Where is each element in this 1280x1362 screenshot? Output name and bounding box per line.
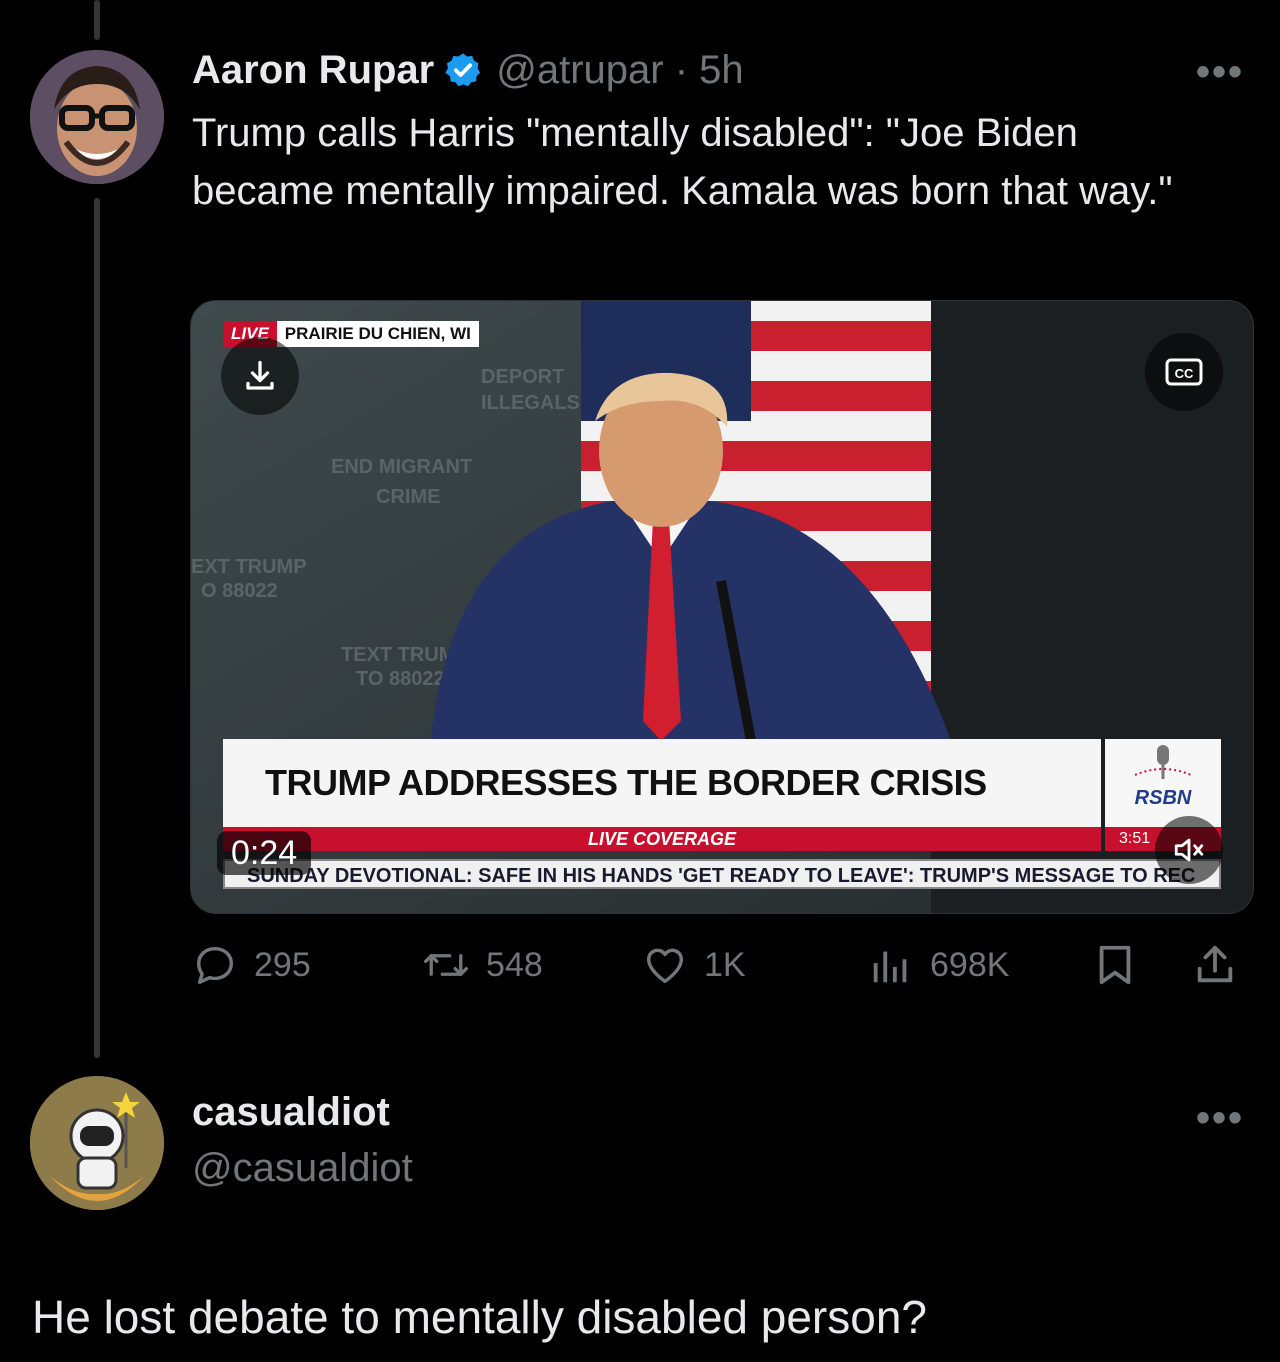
download-button[interactable] <box>221 337 299 415</box>
svg-text:DEPORT: DEPORT <box>481 366 564 388</box>
svg-text:EXT TRUMP: EXT TRUMP <box>191 556 307 578</box>
captions-icon: CC <box>1165 358 1203 386</box>
repost-icon <box>424 954 468 976</box>
captions-button[interactable]: CC <box>1145 333 1223 411</box>
views-bar-chart-icon <box>873 951 907 983</box>
bookmark-button[interactable] <box>1092 935 1154 995</box>
svg-text:TO 88022: TO 88022 <box>356 668 445 690</box>
mute-button[interactable] <box>1155 816 1223 884</box>
reply-author-name[interactable]: casualdiot <box>192 1090 390 1135</box>
tweet-header: Aaron Rupar @atrupar · 5h <box>192 44 744 96</box>
more-options-icon[interactable]: ••• <box>1196 50 1244 95</box>
reply-author-handle[interactable]: @casualdiot <box>192 1146 413 1191</box>
avatar[interactable] <box>30 50 164 184</box>
reply-count: 295 <box>254 945 311 984</box>
share-icon <box>1197 945 1233 983</box>
svg-text:CRIME: CRIME <box>376 486 440 508</box>
network-name: RSBN <box>1134 787 1192 809</box>
news-headline: TRUMP ADDRESSES THE BORDER CRISIS <box>223 739 1101 827</box>
microphone-icon <box>1134 745 1192 779</box>
svg-text:END MIGRANT: END MIGRANT <box>331 456 472 478</box>
svg-text:ILLEGALS: ILLEGALS <box>481 392 580 414</box>
bookmark-icon <box>1099 945 1131 985</box>
views-button[interactable]: 698K <box>868 935 1009 995</box>
download-icon <box>246 360 274 390</box>
repost-count: 548 <box>486 945 543 984</box>
reply-button[interactable]: 295 <box>192 935 311 995</box>
news-ticker: SUNDAY DEVOTIONAL: SAFE IN HIS HANDS 'GE… <box>223 859 1221 889</box>
repost-button[interactable]: 548 <box>422 935 543 995</box>
views-count: 698K <box>930 945 1010 984</box>
handle-and-time[interactable]: @atrupar · 5h <box>496 48 743 93</box>
location-label: PRAIRIE DU CHIEN, WI <box>276 321 479 347</box>
author-name[interactable]: Aaron Rupar <box>192 48 434 93</box>
live-coverage-bar: LIVE COVERAGE <box>223 827 1101 851</box>
video-elapsed-time: 0:24 <box>217 831 312 875</box>
reply-icon <box>196 946 234 984</box>
reply-text: He lost debate to mentally disabled pers… <box>32 1291 928 1343</box>
svg-text:CC: CC <box>1175 366 1194 381</box>
like-button[interactable]: 1K <box>642 935 746 995</box>
muted-speaker-icon <box>1174 838 1204 862</box>
verified-badge-icon <box>445 53 481 87</box>
svg-text:O 88022: O 88022 <box>201 580 278 602</box>
like-count: 1K <box>704 945 746 984</box>
reply-more-options-icon[interactable]: ••• <box>1196 1096 1244 1141</box>
network-logo: RSBN <box>1105 739 1221 827</box>
thread-line-top <box>94 0 100 40</box>
thread-line <box>94 198 100 1058</box>
share-button[interactable] <box>1192 935 1254 995</box>
tweet-text: Trump calls Harris "mentally disabled": … <box>192 111 1173 213</box>
reply-avatar[interactable] <box>30 1076 164 1210</box>
heart-icon <box>646 948 684 984</box>
video-player[interactable]: END MIGRANT CRIME DEPORT ILLEGALS EXT TR… <box>190 300 1254 914</box>
tweet-actions: 295 548 1K 698K <box>192 935 1252 995</box>
